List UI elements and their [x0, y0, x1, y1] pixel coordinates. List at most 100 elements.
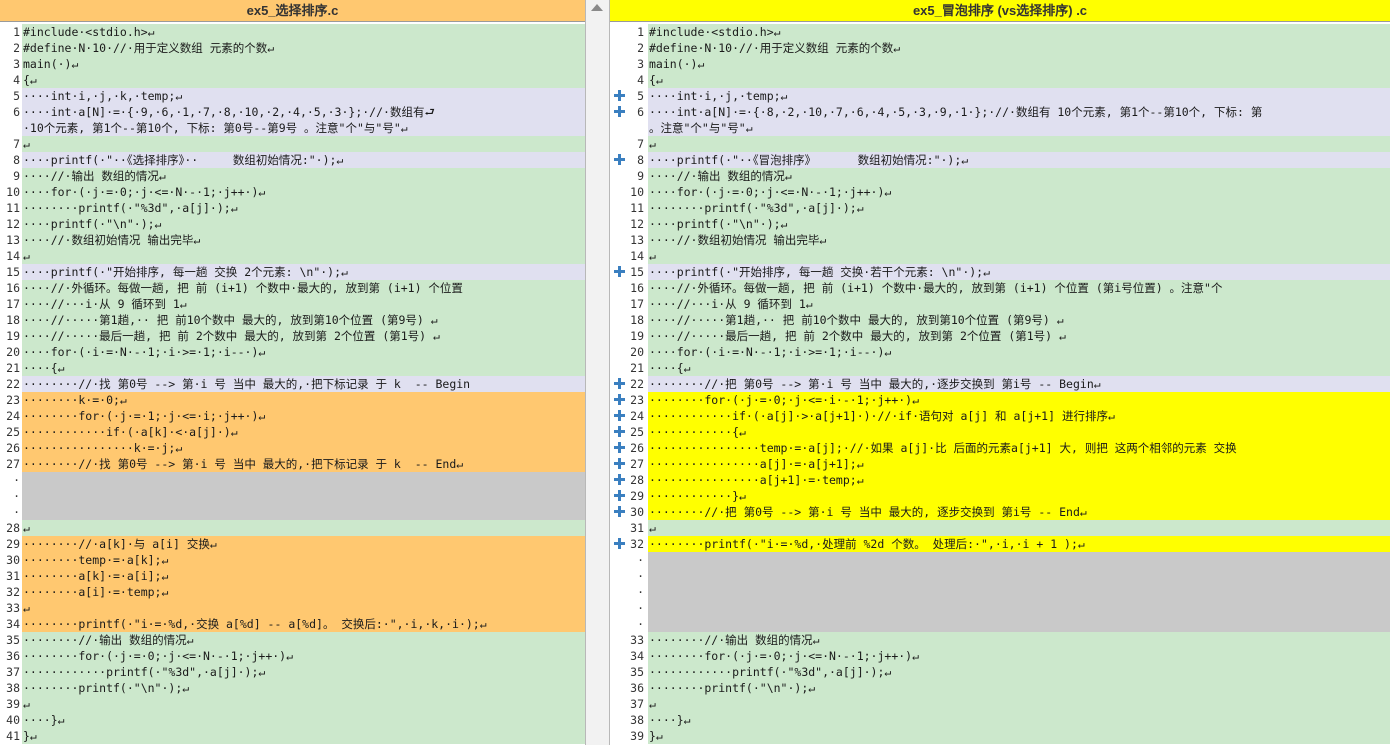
code-line[interactable]: 18 ····//·····第1趟,·· 把 前10个数中 最大的, 放到第10个…: [610, 312, 1390, 328]
code-line[interactable]: 35 ········//·输出 数组的情况↵: [0, 632, 585, 648]
code-text[interactable]: ····}↵: [648, 712, 1390, 728]
code-text[interactable]: ········printf(·"\n"·);↵: [648, 680, 1390, 696]
code-line[interactable]: 19 ····//·····最后一趟, 把 前 2个数中 最大的, 放到第 2个位…: [610, 328, 1390, 344]
code-line[interactable]: 34 ········printf(·"i·=·%d,·交换 a[%d] -- a…: [0, 616, 585, 632]
code-line[interactable]: ·: [610, 568, 1390, 584]
code-text[interactable]: ↵: [22, 248, 585, 264]
code-text[interactable]: ↵: [22, 520, 585, 536]
code-text[interactable]: ········//·找 第0号 --> 第·i 号 当中 最大的,·把下标记录…: [22, 376, 585, 392]
code-text[interactable]: ········//·把 第0号 --> 第·i 号 当中 最大的, 逐步交换到…: [648, 504, 1390, 520]
code-line[interactable]: 7 ↵: [610, 136, 1390, 152]
code-line[interactable]: 1 #include·<stdio.h>↵: [610, 24, 1390, 40]
merge-plus-icon[interactable]: [614, 394, 625, 405]
code-text[interactable]: [648, 600, 1390, 616]
code-line[interactable]: 23 ········for·(·j·=·0;·j·<=·i·-·1;·j++·)…: [610, 392, 1390, 408]
code-text[interactable]: ↵: [648, 696, 1390, 712]
code-line[interactable]: 11 ········printf(·"%3d",·a[j]·);↵: [0, 200, 585, 216]
code-line[interactable]: ·: [0, 488, 585, 504]
code-line[interactable]: 36 ········for·(·j·=·0;·j·<=·N·-·1;·j++·)…: [0, 648, 585, 664]
merge-plus-icon[interactable]: [614, 458, 625, 469]
code-text[interactable]: main(·)↵: [22, 56, 585, 72]
code-text[interactable]: ········a[i]·=·temp;↵: [22, 584, 585, 600]
code-text[interactable]: ········temp·=·a[k];↵: [22, 552, 585, 568]
code-line[interactable]: 24 ········for·(·j·=·1;·j·<=·i;·j++·)↵: [0, 408, 585, 424]
code-line[interactable]: 10 ····for·(·j·=·0;·j·<=·N·-·1;·j++·)↵: [0, 184, 585, 200]
code-text[interactable]: [22, 472, 585, 488]
code-line[interactable]: 3 main(·)↵: [0, 56, 585, 72]
merge-plus-icon[interactable]: [614, 538, 625, 549]
code-line[interactable]: 16 ····//·外循环。每做一趟, 把 前 (i+1) 个数中·最大的, 放到…: [610, 280, 1390, 296]
code-line[interactable]: 18 ····//·····第1趟,·· 把 前10个数中 最大的, 放到第10个…: [0, 312, 585, 328]
code-text[interactable]: }↵: [22, 728, 585, 744]
code-text[interactable]: ····printf(·"··《冒泡排序》 数组初始情况:"·);↵: [648, 152, 1390, 168]
code-line[interactable]: 30 ········//·把 第0号 --> 第·i 号 当中 最大的, 逐步交…: [610, 504, 1390, 520]
code-text[interactable]: ····for·(·j·=·0;·j·<=·N·-·1;·j++·)↵: [648, 184, 1390, 200]
code-text[interactable]: ····}↵: [22, 712, 585, 728]
code-line[interactable]: 9 ····//·输出 数组的情况↵: [0, 168, 585, 184]
code-line[interactable]: 25 ············{↵: [610, 424, 1390, 440]
code-line[interactable]: 27 ········//·找 第0号 --> 第·i 号 当中 最大的,·把下标…: [0, 456, 585, 472]
code-text[interactable]: ↵: [22, 600, 585, 616]
merge-plus-icon[interactable]: [614, 106, 625, 117]
scroll-up-arrow-icon[interactable]: [591, 4, 603, 11]
code-text[interactable]: ↵: [22, 696, 585, 712]
code-text[interactable]: ····//·输出 数组的情况↵: [648, 168, 1390, 184]
code-line[interactable]: 26 ················k·=·j;↵: [0, 440, 585, 456]
code-text[interactable]: ········for·(·j·=·0;·j·<=·N·-·1;·j++·)↵: [648, 648, 1390, 664]
code-text[interactable]: ········printf(·"\n"·);↵: [22, 680, 585, 696]
code-text[interactable]: {↵: [648, 72, 1390, 88]
code-text[interactable]: ····int·a[N]·=·{·8,·2,·10,·7,·6,·4,·5,·3…: [648, 104, 1390, 120]
code-line[interactable]: 31 ········a[k]·=·a[i];↵: [0, 568, 585, 584]
code-line[interactable]: ·: [0, 504, 585, 520]
code-line[interactable]: ·: [0, 472, 585, 488]
code-line[interactable]: 11 ········printf(·"%3d",·a[j]·);↵: [610, 200, 1390, 216]
code-line[interactable]: 37 ············printf(·"%3d",·a[j]·);↵: [0, 664, 585, 680]
code-text[interactable]: ················k·=·j;↵: [22, 440, 585, 456]
code-line[interactable]: 9 ····//·输出 数组的情况↵: [610, 168, 1390, 184]
code-line[interactable]: 15 ····printf(·"开始排序, 每一趟 交换 2个元素: \n"·);…: [0, 264, 585, 280]
code-text[interactable]: ↵: [22, 136, 585, 152]
code-line[interactable]: 13 ····//·数组初始情况 输出完毕↵: [610, 232, 1390, 248]
code-line[interactable]: 41}↵: [0, 728, 585, 744]
code-line[interactable]: 35 ············printf(·"%3d",·a[j]·);↵: [610, 664, 1390, 680]
code-text[interactable]: #define·N·10·//·用于定义数组 元素的个数↵: [648, 40, 1390, 56]
code-line[interactable]: 22 ········//·找 第0号 --> 第·i 号 当中 最大的,·把下标…: [0, 376, 585, 392]
code-text[interactable]: ············}↵: [648, 488, 1390, 504]
code-line[interactable]: 5 ····int·i,·j,·k,·temp;↵: [0, 88, 585, 104]
code-text[interactable]: ↵: [648, 136, 1390, 152]
left-pane[interactable]: ex5_选择排序.c 1 #include·<stdio.h>↵ 2 #define·…: [0, 0, 585, 745]
code-text[interactable]: ····//·数组初始情况 输出完毕↵: [22, 232, 585, 248]
merge-plus-icon[interactable]: [614, 410, 625, 421]
code-line[interactable]: 19 ····//·····最后一趟, 把 前 2个数中 最大的, 放到第 2个位…: [0, 328, 585, 344]
code-line[interactable]: 14 ↵: [610, 248, 1390, 264]
code-line[interactable]: 。注意"个"与"号"↵: [610, 120, 1390, 136]
pane-divider[interactable]: [585, 0, 610, 745]
code-text[interactable]: {↵: [22, 72, 585, 88]
code-line[interactable]: 4 {↵: [610, 72, 1390, 88]
code-text[interactable]: ↵: [648, 248, 1390, 264]
code-line[interactable]: 3 main(·)↵: [610, 56, 1390, 72]
code-line[interactable]: 1 #include·<stdio.h>↵: [0, 24, 585, 40]
code-line[interactable]: 28 ················a[j+1]·=·temp;↵: [610, 472, 1390, 488]
code-line[interactable]: 8 ····printf(·"··《冒泡排序》 数组初始情况:"·);↵: [610, 152, 1390, 168]
code-text[interactable]: ····printf(·"··《选择排序》·· 数组初始情况:"·);↵: [22, 152, 585, 168]
code-text[interactable]: ········//·把 第0号 --> 第·i 号 当中 最大的,·逐步交换到…: [648, 376, 1390, 392]
code-text[interactable]: [22, 504, 585, 520]
code-text[interactable]: ····{↵: [22, 360, 585, 376]
code-text[interactable]: ····for·(·i·=·N·-·1;·i·>=·1;·i--·)↵: [22, 344, 585, 360]
code-text[interactable]: ············{↵: [648, 424, 1390, 440]
code-text[interactable]: ········for·(·j·=·0;·j·<=·N·-·1;·j++·)↵: [22, 648, 585, 664]
code-line[interactable]: 15 ····printf(·"开始排序, 每一趟 交换·若干个元素: \n"·)…: [610, 264, 1390, 280]
code-text[interactable]: ········printf(·"i·=·%d,·处理前 %2d 个数。 处理后…: [648, 536, 1390, 552]
code-text[interactable]: ····//·外循环。每做一趟, 把 前 (i+1) 个数中·最大的, 放到第 …: [22, 280, 585, 296]
code-line[interactable]: 26 ················temp·=·a[j];·//·如果 a[j…: [610, 440, 1390, 456]
code-text[interactable]: ····printf(·"开始排序, 每一趟 交换·若干个元素: \n"·);↵: [648, 264, 1390, 280]
code-line[interactable]: 17 ····//···i·从 9 循环到 1↵: [610, 296, 1390, 312]
code-text[interactable]: 。注意"个"与"号"↵: [648, 120, 1390, 136]
code-line[interactable]: 23 ········k·=·0;↵: [0, 392, 585, 408]
code-line[interactable]: 10 ····for·(·j·=·0;·j·<=·N·-·1;·j++·)↵: [610, 184, 1390, 200]
code-line[interactable]: 34 ········for·(·j·=·0;·j·<=·N·-·1;·j++·)…: [610, 648, 1390, 664]
code-line[interactable]: ·: [610, 600, 1390, 616]
code-line[interactable]: 12 ····printf(·"\n"·);↵: [610, 216, 1390, 232]
merge-plus-icon[interactable]: [614, 154, 625, 165]
